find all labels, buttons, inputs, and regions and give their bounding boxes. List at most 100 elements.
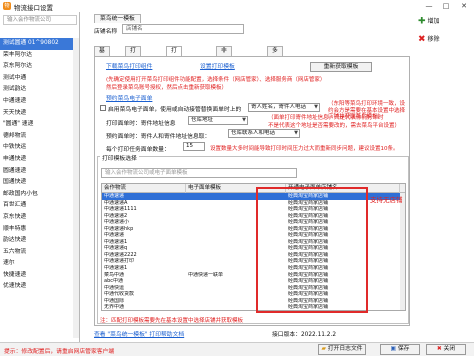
save-button[interactable]: ▣ 保存 bbox=[380, 344, 420, 355]
list-item[interactable]: 京东快递 bbox=[0, 212, 79, 224]
table-cell: 中通速递hkp bbox=[104, 225, 134, 232]
close-button[interactable]: ✖ 关闭 bbox=[426, 344, 466, 355]
hint-batch: 设置数量大多时间能导致打印时间压力过大而重新同步问题，建议设置10条。 bbox=[210, 146, 399, 152]
maximize-button[interactable]: □ bbox=[441, 1, 451, 11]
list-item[interactable]: 圆通速递 bbox=[0, 166, 79, 178]
minimize-button[interactable]: — bbox=[424, 1, 434, 11]
table-cell: 中通快运 bbox=[104, 284, 125, 291]
remove-button[interactable]: ✖ 移除 bbox=[418, 34, 439, 45]
list-item[interactable]: 中铁快运 bbox=[0, 142, 79, 154]
col-logistics-header[interactable]: 会作物流 bbox=[102, 184, 186, 193]
list-item[interactable]: 优速快递 bbox=[0, 281, 79, 293]
table-cell: 中通速递2222 bbox=[104, 251, 137, 258]
open-log-button[interactable]: ▰ 打开日志文件 bbox=[318, 344, 366, 355]
chevron-down-icon: ▼ bbox=[242, 117, 246, 123]
highlight-box bbox=[256, 187, 368, 313]
table-scrollbar[interactable] bbox=[400, 193, 405, 310]
book-cainiao-link[interactable]: 预约菜鸟电子面单 bbox=[106, 93, 152, 102]
table-cell: 中通速递q bbox=[104, 245, 128, 252]
save-label: 保存 bbox=[397, 346, 410, 352]
tab-cainiao-template[interactable]: 菜鸟统一模板 bbox=[94, 14, 141, 23]
store-name-label: 店铺名称 bbox=[94, 29, 118, 35]
logistics-list-scrollbar[interactable] bbox=[73, 38, 79, 338]
pre-print-value: 仓库联系人和电话 bbox=[231, 130, 276, 136]
close-label: 关闭 bbox=[443, 346, 456, 352]
list-item[interactable]: 五六物流 bbox=[0, 247, 79, 259]
list-item[interactable]: 中通速递 bbox=[0, 96, 79, 108]
batch-count-label: 每个打印任务面单数量： bbox=[106, 147, 170, 153]
title-bar: 物 物流接口设置 — □ ✕ bbox=[0, 0, 474, 12]
hint-setup-1: (先确定使用打开菜鸟打印组件功能配置，选择条件（网店管家）、选择服务商（网店管家… bbox=[106, 77, 326, 83]
list-item[interactable]: 韵达快递 bbox=[0, 235, 79, 247]
list-item[interactable]: 顺丰特惠 bbox=[0, 224, 79, 236]
tab-non-tao-settings[interactable]: 非南网户设置 bbox=[216, 46, 232, 99]
list-item[interactable]: 国通快递 bbox=[0, 177, 79, 189]
list-item[interactable]: 申通快递 bbox=[0, 154, 79, 166]
replace-fields-value: 寄人姓名，寄件人电话 bbox=[251, 104, 307, 110]
restart-tip: 提示：修改配置后，请重启网店管家客户端 bbox=[4, 349, 115, 355]
template-group-title: 打印模板选择 bbox=[100, 153, 139, 162]
app-icon: 物 bbox=[3, 2, 11, 10]
replace-fields-select[interactable]: 寄人姓名，寄件人电话 ▼ bbox=[248, 103, 320, 112]
chevron-down-icon: ▼ bbox=[294, 130, 298, 136]
print-address-select[interactable]: 仓库地址 ▼ bbox=[188, 116, 248, 125]
table-cell: 中通速递1 bbox=[104, 238, 128, 245]
table-cell: 中通速递1 bbox=[104, 265, 128, 272]
table-cell: 中通速递A bbox=[104, 199, 128, 206]
list-item[interactable]: 测试韵达 bbox=[0, 84, 79, 96]
list-item[interactable]: 京东阿尔达 bbox=[0, 61, 79, 73]
list-item[interactable]: "圆通" 速递 bbox=[0, 119, 79, 131]
list-item[interactable]: 测试圆通 01^90802 bbox=[0, 38, 79, 50]
table-cell: 中通速递打印 bbox=[104, 258, 135, 265]
table-cell: 中通速递2 bbox=[104, 212, 128, 219]
folder-icon: ▰ bbox=[321, 346, 326, 352]
logistics-list-panel: 输入会作物流公司 测试圆通 01^90802 荣丰阿尔达 京东阿尔达 测试中通 测试韵达… bbox=[0, 12, 80, 342]
hint-address-2: 不是代表这个地址是否需要改的，需去菜鸟平台设置） bbox=[268, 123, 401, 129]
table-cell: 无界中通 bbox=[104, 304, 125, 311]
tab-basic-settings[interactable]: 基本设置 bbox=[94, 46, 110, 81]
add-button[interactable]: ✚ 增加 bbox=[418, 16, 439, 27]
add-button-label: 增加 bbox=[427, 18, 440, 25]
template-search-input[interactable]: 输入会作物流公司或电子面单模板 bbox=[101, 168, 297, 178]
store-name-input[interactable]: 店铺名 bbox=[122, 24, 244, 34]
table-cell: 中通国际 bbox=[104, 297, 125, 304]
print-address-label: 打印面单时：寄件地址信息 bbox=[106, 121, 176, 127]
hint-address-1: （面单打印寄件地址信息，只是代表你们打印时 bbox=[268, 115, 384, 121]
table-cell: 中通代收货款 bbox=[104, 291, 135, 298]
logistics-search-input[interactable]: 输入会作物流公司 bbox=[3, 15, 77, 25]
status-bar: 提示：修改配置后，请重启网店管家客户端 ▰ 打开日志文件 ▣ 保存 ✖ 关闭 bbox=[0, 342, 474, 356]
list-item[interactable]: 荣丰阿尔达 bbox=[0, 50, 79, 62]
template-hint: 注：匹配打印模板需要先在基本设置中选择店铺并获取模板 bbox=[100, 318, 244, 324]
list-item[interactable]: 天天快递 bbox=[0, 108, 79, 120]
remove-icon: ✖ bbox=[418, 34, 426, 45]
pre-print-label: 预约面单时：寄件人和寄件地址信息取： bbox=[106, 134, 211, 140]
refresh-template-button[interactable]: 重新获取模板 bbox=[310, 62, 372, 72]
open-log-label: 打开日志文件 bbox=[327, 346, 363, 352]
list-item[interactable]: 邮政国内小包 bbox=[0, 189, 79, 201]
table-cell: 菜鸟中通 bbox=[104, 271, 125, 278]
add-icon: ✚ bbox=[418, 16, 426, 27]
window-title: 物流接口设置 bbox=[14, 4, 53, 12]
pre-print-select[interactable]: 仓库联系人和电话 ▼ bbox=[228, 129, 300, 138]
logistics-list: 测试圆通 01^90802 荣丰阿尔达 京东阿尔达 测试中通 测试韵达 中通速递 天天快递 "… bbox=[0, 38, 79, 293]
close-window-button[interactable]: ✕ bbox=[459, 1, 469, 11]
tab-printer-settings[interactable]: 打印机设置 bbox=[125, 46, 141, 90]
help-doc-link[interactable]: 查看 "菜鸟统一模板" 打印帮助文档 bbox=[94, 329, 184, 338]
set-template-link[interactable]: 设置打印模板 bbox=[200, 61, 235, 70]
use-cainiao-checkbox[interactable] bbox=[100, 105, 106, 111]
list-item[interactable]: 速尔 bbox=[0, 258, 79, 270]
list-item[interactable]: 快捷速递 bbox=[0, 270, 79, 282]
table-cell: 中通速递 bbox=[104, 193, 125, 199]
table-cell: 中通速递 bbox=[104, 232, 125, 239]
chevron-down-icon: ▼ bbox=[314, 104, 318, 110]
batch-count-stepper[interactable]: 15 bbox=[183, 142, 205, 151]
interface-version: 接口版本：2022.11.2.2 bbox=[272, 332, 337, 338]
table-cell: 中通速递小 bbox=[104, 219, 130, 226]
list-item[interactable]: 测试中通 bbox=[0, 73, 79, 85]
use-cainiao-label: 启用菜鸟电子面单，使用或自动接管替换面单时上的 bbox=[108, 107, 242, 113]
list-item[interactable]: 德邦物流 bbox=[0, 131, 79, 143]
download-component-link[interactable]: 下载菜鸟打印组件 bbox=[106, 61, 152, 70]
list-item[interactable]: 百世汇通 bbox=[0, 200, 79, 212]
tab-multi-store-settings[interactable]: 多店铺设置 bbox=[267, 46, 283, 90]
remove-button-label: 移除 bbox=[427, 36, 440, 43]
